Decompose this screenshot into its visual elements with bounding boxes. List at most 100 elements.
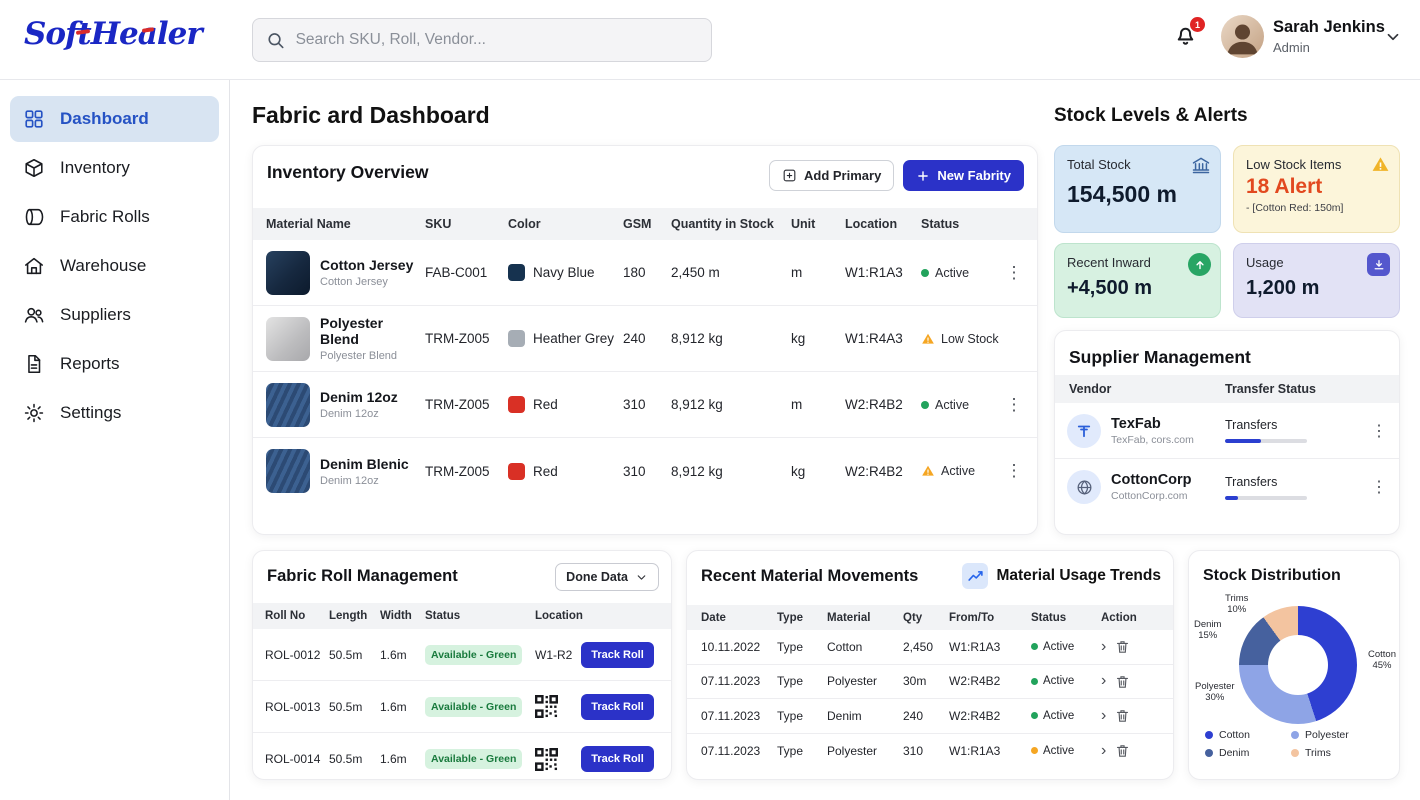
warehouse-icon (23, 255, 45, 277)
movement-qty: 2,450 (903, 640, 949, 654)
legend-swatch (1291, 731, 1299, 739)
legend-swatch (1205, 731, 1213, 739)
search-input[interactable] (296, 31, 698, 49)
fabric-thumbnail (266, 251, 310, 295)
legend-label: Cotton (1219, 729, 1250, 741)
warning-icon (921, 464, 935, 478)
col-transfer-status: Transfer Status (1225, 382, 1316, 396)
inventory-table: Material Name SKU Color GSM Quantity in … (253, 208, 1037, 504)
trash-icon[interactable] (1115, 639, 1130, 654)
chart-legend: Cotton Polyester Denim Trims (1205, 729, 1387, 759)
sidebar-item-dashboard[interactable]: Dashboard (10, 96, 219, 142)
sidebar-item-inventory[interactable]: Inventory (10, 145, 219, 191)
recent-inward-label: Recent Inward (1067, 255, 1208, 270)
roll-no: ROL-0012 (265, 648, 329, 662)
movement-fromto: W2:R4B2 (949, 674, 1031, 688)
trash-icon[interactable] (1115, 708, 1130, 723)
done-data-label: Done Data (566, 570, 628, 584)
roll-status-badge: Available - Green (425, 645, 522, 665)
table-row: ROL-0014 50.5m 1.6m Available - Green Tr… (253, 733, 671, 785)
track-roll-button[interactable]: Track Roll (581, 746, 654, 772)
row-menu-button[interactable]: ⋮ (1001, 461, 1027, 481)
add-primary-button[interactable]: Add Primary (769, 160, 894, 191)
track-roll-button[interactable]: Track Roll (581, 694, 654, 720)
row-menu-button[interactable]: ⋮ (1001, 263, 1027, 283)
trash-icon[interactable] (1115, 674, 1130, 689)
table-row: Denim 12oz Denim 12oz TRM-Z005 Red 310 8… (253, 372, 1037, 438)
sidebar-item-suppliers[interactable]: Suppliers (10, 292, 219, 338)
material-subtitle: Polyester Blend (320, 350, 425, 362)
gsm-value: 310 (623, 464, 671, 479)
col-color: Color (508, 217, 623, 231)
qr-code-icon (535, 748, 558, 771)
sidebar-item-fabric-rolls[interactable]: Fabric Rolls (10, 194, 219, 240)
trash-icon[interactable] (1115, 743, 1130, 758)
warning-icon (1371, 155, 1390, 174)
roll-length: 50.5m (329, 700, 380, 714)
sidebar-item-settings[interactable]: Settings (10, 390, 219, 436)
avatar[interactable] (1221, 15, 1264, 58)
top-header: SoftHealer 1 Sarah Jenkins Admin (0, 0, 1420, 80)
plus-icon (916, 169, 930, 183)
roll-length: 50.5m (329, 648, 380, 662)
expand-row-button[interactable]: › (1101, 708, 1106, 724)
stock-alerts-title: Stock Levels & Alerts (1054, 105, 1248, 127)
roll-no: ROL-0013 (265, 700, 329, 714)
material-subtitle: Denim 12oz (320, 408, 398, 420)
user-name: Sarah Jenkins (1273, 18, 1385, 37)
material-usage-trends-link[interactable]: Material Usage Trends (962, 563, 1161, 589)
vendor-name: TexFab (1111, 416, 1194, 432)
pie-label-cotton: Cotton45% (1368, 649, 1396, 672)
col-status: Status (1031, 612, 1101, 624)
status-dot (921, 269, 929, 277)
notifications-button[interactable]: 1 (1172, 22, 1202, 54)
movement-material: Denim (827, 709, 903, 723)
row-menu-button[interactable]: ⋮ (1001, 395, 1027, 415)
row-menu-button[interactable]: ⋮ (1371, 477, 1387, 497)
movement-fromto: W2:R4B2 (949, 709, 1031, 723)
stock-distribution-title: Stock Distribution (1203, 567, 1341, 585)
col-fromto: From/To (949, 612, 1031, 624)
user-menu[interactable]: Sarah Jenkins Admin (1273, 18, 1385, 55)
location-value: W1:R1A3 (845, 265, 921, 280)
table-row: 07.11.2023 Type Denim 240 W2:R4B2 Active… (687, 699, 1173, 734)
quantity-value: 2,450 m (671, 265, 791, 280)
chevron-down-icon (635, 571, 648, 584)
page-title: Fabric ard Dashboard (252, 102, 490, 129)
user-menu-chevron[interactable] (1384, 28, 1402, 46)
pie-label-denim: Denim15% (1194, 619, 1221, 642)
notification-badge: 1 (1190, 17, 1205, 32)
sidebar-item-reports[interactable]: Reports (10, 341, 219, 387)
new-fabric-button[interactable]: New Fabrity (903, 160, 1024, 191)
sidebar-item-label: Reports (60, 354, 120, 374)
col-material: Material Name (266, 217, 425, 231)
roll-status-badge: Available - Green (425, 697, 522, 717)
col-location: Location (845, 217, 921, 231)
usage-value: 1,200 m (1246, 277, 1387, 300)
new-fabric-label: New Fabrity (937, 168, 1011, 183)
movement-type: Type (777, 744, 827, 758)
expand-row-button[interactable]: › (1101, 743, 1106, 759)
col-status: Status (425, 610, 535, 622)
done-data-select[interactable]: Done Data (555, 563, 659, 591)
col-width: Width (380, 610, 425, 622)
sku-value: TRM-Z005 (425, 331, 508, 346)
row-menu-button[interactable]: ⋮ (1371, 421, 1387, 441)
main-content: Fabric ard Dashboard Stock Levels & Aler… (230, 80, 1420, 800)
search-icon (266, 30, 286, 51)
warehouse-stat-icon (1191, 155, 1211, 175)
movements-table: Date Type Material Qty From/To Status Ac… (687, 605, 1173, 768)
expand-row-button[interactable]: › (1101, 639, 1106, 655)
sidebar-item-warehouse[interactable]: Warehouse (10, 243, 219, 289)
col-status: Status (921, 217, 1001, 231)
legend-label: Polyester (1305, 729, 1349, 741)
usage-card: Usage 1,200 m (1233, 243, 1400, 318)
col-sku: SKU (425, 217, 508, 231)
track-roll-button[interactable]: Track Roll (581, 642, 654, 668)
movement-date: 10.11.2022 (701, 640, 777, 654)
supplier-row: CottonCorp CottonCorp.com Transfers ⋮ (1055, 459, 1399, 515)
supplier-management-card: Supplier Management Vendor Transfer Stat… (1054, 330, 1400, 535)
legend-swatch (1291, 749, 1299, 757)
gsm-value: 180 (623, 265, 671, 280)
expand-row-button[interactable]: › (1101, 673, 1106, 689)
